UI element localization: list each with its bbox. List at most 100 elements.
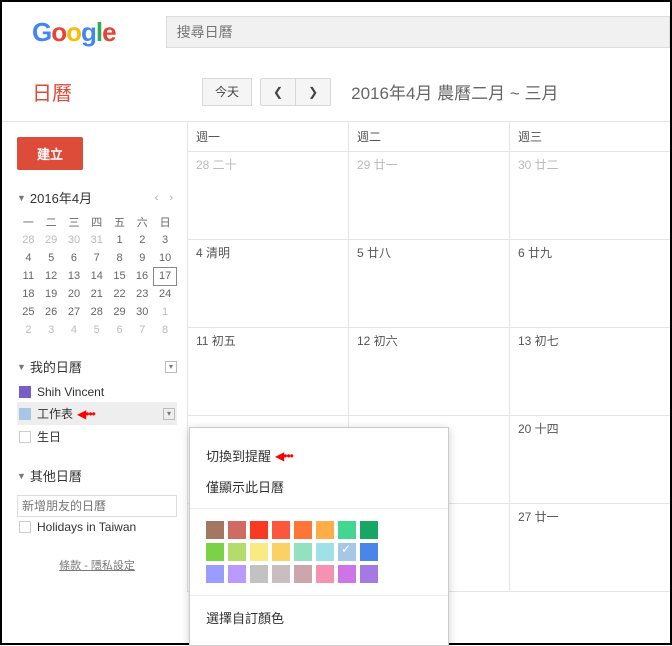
add-friend-calendar-input[interactable] — [17, 495, 177, 517]
color-swatch[interactable] — [228, 521, 246, 539]
mini-day[interactable]: 24 — [154, 285, 177, 303]
calendar-checkbox[interactable] — [19, 521, 31, 533]
choose-custom-color-item[interactable]: 選擇自訂顏色 — [206, 602, 432, 633]
mini-day[interactable]: 23 — [131, 285, 154, 303]
mini-day[interactable]: 5 — [40, 249, 63, 267]
search-input[interactable] — [166, 16, 670, 48]
show-only-this-calendar-item[interactable]: 僅顯示此日曆 — [206, 471, 432, 502]
chevron-down-icon[interactable]: ▼ — [17, 362, 26, 372]
google-logo[interactable]: Google — [32, 17, 116, 48]
mini-day[interactable]: 20 — [63, 285, 86, 303]
mini-day[interactable]: 18 — [17, 285, 40, 303]
color-swatch[interactable] — [316, 565, 334, 583]
grid-cell[interactable]: 29 廿一 — [348, 152, 509, 239]
color-swatch[interactable] — [338, 565, 356, 583]
today-button[interactable]: 今天 — [202, 78, 252, 106]
color-swatch[interactable] — [272, 565, 290, 583]
calendar-checkbox[interactable] — [19, 408, 31, 420]
calendar-item[interactable]: 生日 — [17, 425, 177, 448]
mini-day[interactable]: 28 — [85, 303, 108, 321]
mini-day[interactable]: 7 — [131, 321, 154, 339]
mini-day[interactable]: 6 — [108, 321, 131, 339]
mini-day[interactable]: 30 — [131, 303, 154, 321]
grid-cell[interactable]: 11 初五 — [187, 328, 348, 415]
prev-button[interactable]: ❮ — [260, 78, 295, 106]
mini-day[interactable]: 5 — [85, 321, 108, 339]
privacy-link[interactable]: 隱私設定 — [91, 560, 135, 572]
calendar-item[interactable]: Shih Vincent — [17, 382, 177, 402]
color-swatch[interactable] — [294, 543, 312, 561]
grid-cell[interactable]: 4 清明 — [187, 240, 348, 327]
mini-day[interactable]: 10 — [154, 249, 177, 267]
color-swatch[interactable] — [250, 565, 268, 583]
mini-day[interactable]: 19 — [40, 285, 63, 303]
mini-day[interactable]: 28 — [17, 231, 40, 249]
grid-cell[interactable]: 13 初七 — [509, 328, 670, 415]
calendar-item[interactable]: 工作表◀•••▾ — [17, 402, 177, 425]
switch-to-reminders-item[interactable]: 切換到提醒 ◀••• — [206, 440, 432, 471]
mini-day[interactable]: 26 — [40, 303, 63, 321]
color-swatch[interactable] — [316, 543, 334, 561]
grid-cell[interactable]: 28 二十 — [187, 152, 348, 239]
mini-day[interactable]: 4 — [63, 321, 86, 339]
mini-cal-nav[interactable]: ‹ › — [155, 192, 177, 204]
color-swatch[interactable] — [206, 565, 224, 583]
color-swatch[interactable] — [228, 543, 246, 561]
grid-cell[interactable]: 20 十四 — [509, 416, 670, 503]
mini-day[interactable]: 25 — [17, 303, 40, 321]
color-swatch[interactable] — [272, 521, 290, 539]
color-swatch[interactable] — [294, 521, 312, 539]
mini-day[interactable]: 30 — [63, 231, 86, 249]
mini-day[interactable]: 21 — [85, 285, 108, 303]
color-swatch[interactable] — [360, 543, 378, 561]
mini-day[interactable]: 16 — [131, 267, 154, 285]
color-swatch[interactable] — [338, 521, 356, 539]
my-calendars-menu-icon[interactable]: ▾ — [165, 361, 177, 373]
mini-day[interactable]: 8 — [108, 249, 131, 267]
mini-day[interactable]: 29 — [40, 231, 63, 249]
mini-day[interactable]: 29 — [108, 303, 131, 321]
mini-day[interactable]: 14 — [85, 267, 108, 285]
color-swatch[interactable] — [360, 565, 378, 583]
grid-cell[interactable]: 5 廿八 — [348, 240, 509, 327]
color-swatch[interactable] — [250, 543, 268, 561]
calendar-checkbox[interactable] — [19, 431, 31, 443]
color-swatch[interactable] — [206, 543, 224, 561]
mini-day[interactable]: 6 — [63, 249, 86, 267]
terms-link[interactable]: 條款 — [59, 560, 81, 572]
mini-day[interactable]: 1 — [154, 303, 177, 321]
color-swatch[interactable] — [338, 543, 356, 561]
calendar-checkbox[interactable] — [19, 386, 31, 398]
mini-day[interactable]: 8 — [154, 321, 177, 339]
color-swatch[interactable] — [316, 521, 334, 539]
grid-cell[interactable]: 6 廿九 — [509, 240, 670, 327]
mini-day[interactable]: 15 — [108, 267, 131, 285]
calendar-item-menu-icon[interactable]: ▾ — [163, 408, 175, 420]
color-swatch[interactable] — [250, 521, 268, 539]
color-swatch[interactable] — [206, 521, 224, 539]
mini-day[interactable]: 27 — [63, 303, 86, 321]
mini-day[interactable]: 9 — [131, 249, 154, 267]
chevron-down-icon[interactable]: ▼ — [17, 471, 26, 481]
mini-day[interactable]: 1 — [108, 231, 131, 249]
mini-day[interactable]: 2 — [131, 231, 154, 249]
mini-day[interactable]: 3 — [40, 321, 63, 339]
create-button[interactable]: 建立 — [17, 137, 83, 170]
color-swatch[interactable] — [228, 565, 246, 583]
mini-day[interactable]: 11 — [17, 267, 40, 285]
mini-day[interactable]: 3 — [154, 231, 177, 249]
grid-cell[interactable]: 30 廿二 — [509, 152, 670, 239]
calendar-item[interactable]: Holidays in Taiwan — [17, 517, 177, 537]
mini-calendar[interactable]: 一二三四五六日 28293031123456789101112131415161… — [17, 213, 177, 339]
mini-day[interactable]: 7 — [85, 249, 108, 267]
color-swatch[interactable] — [294, 565, 312, 583]
next-button[interactable]: ❯ — [295, 78, 331, 106]
grid-cell[interactable]: 27 廿一 — [509, 504, 670, 591]
mini-day[interactable]: 22 — [108, 285, 131, 303]
mini-day[interactable]: 13 — [63, 267, 86, 285]
mini-day[interactable]: 12 — [40, 267, 63, 285]
mini-day[interactable]: 4 — [17, 249, 40, 267]
mini-day[interactable]: 31 — [85, 231, 108, 249]
mini-day[interactable]: 2 — [17, 321, 40, 339]
color-swatch[interactable] — [360, 521, 378, 539]
